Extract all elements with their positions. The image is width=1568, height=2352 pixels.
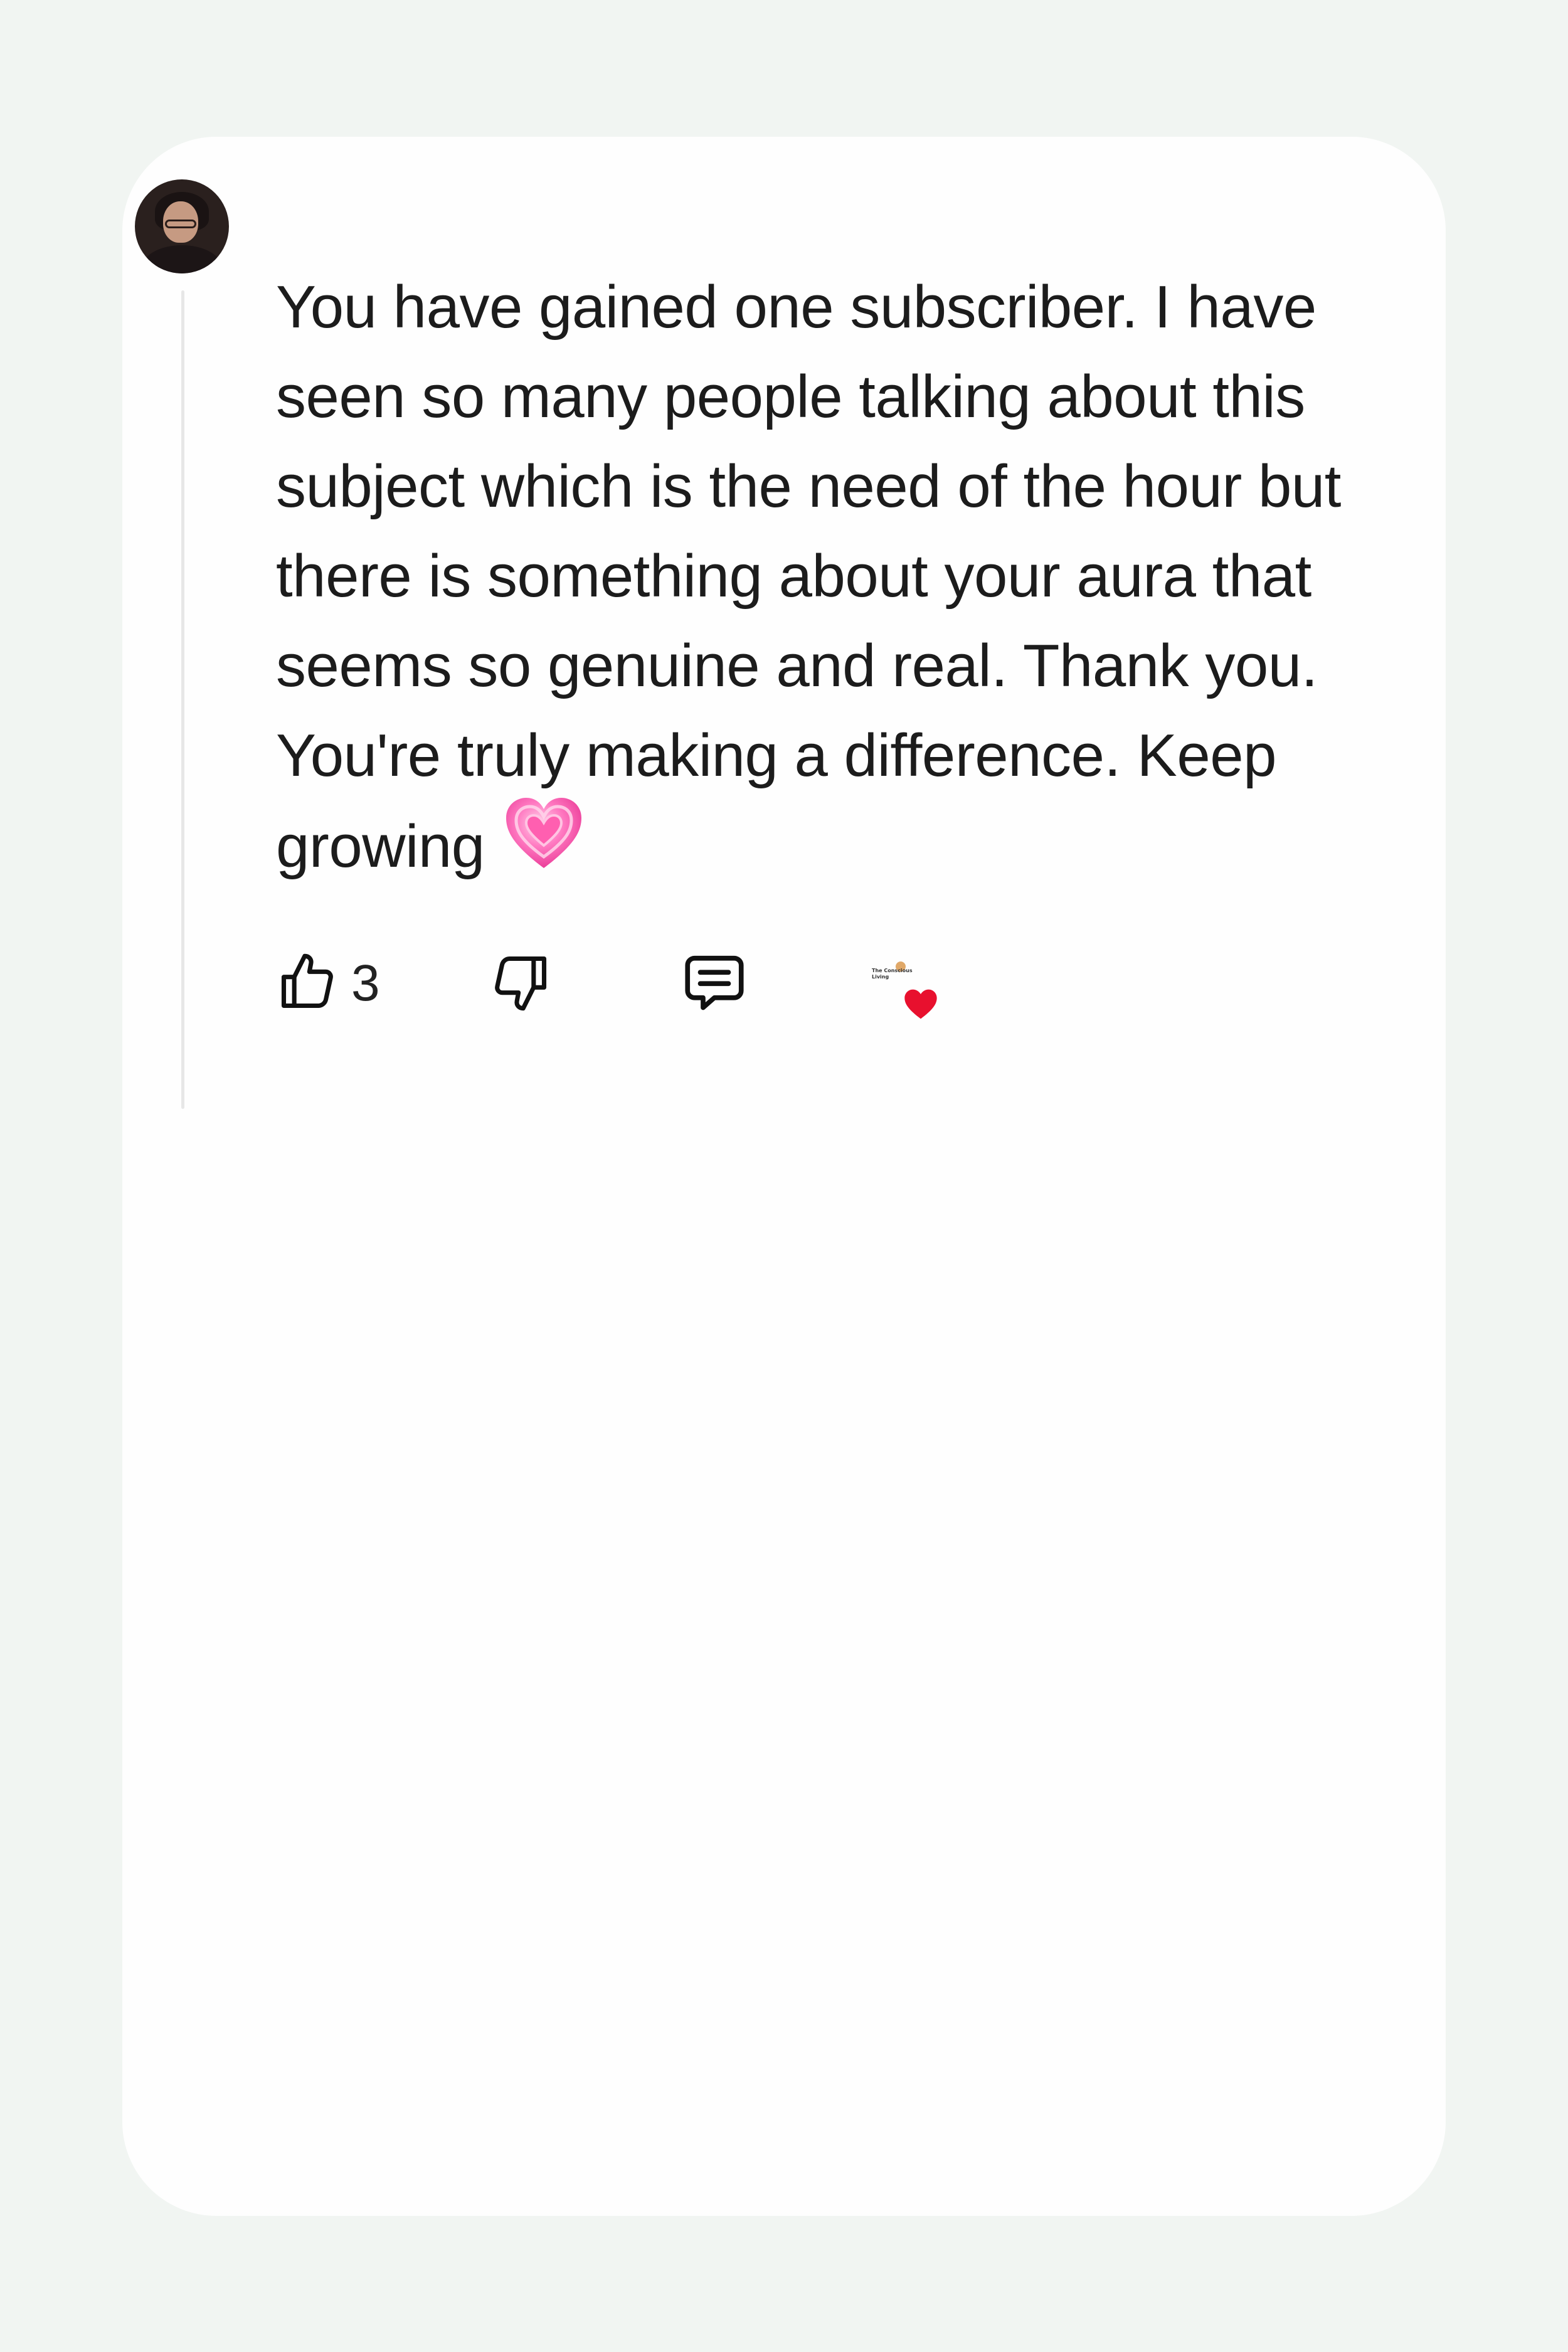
thumbs-down-icon [489,951,552,1017]
dislike-button[interactable] [489,933,552,1034]
comment-line: there is something about your aura that [276,543,1311,610]
comment-line: subject which is the need of the hour bu… [276,453,1341,520]
like-count: 3 [351,955,380,1012]
comment-card: You have gained one subscriber. I have s… [122,137,1446,2216]
reply-button[interactable] [681,933,748,1034]
commenter-avatar[interactable] [135,179,229,273]
reply-comment-icon [681,948,748,1019]
creator-heart-badge: The Conscious Living [872,933,937,1034]
avatar-glasses [165,220,196,228]
comment-line: You have gained one subscriber. I have [276,273,1316,341]
creator-channel-text: The Conscious Living [872,968,913,980]
comment-author-name[interactable] [276,194,1029,245]
comment-line: seen so many people talking about this [276,363,1305,430]
comment-text: You have gained one subscriber. I have s… [276,262,1449,890]
creator-heart-icon [903,988,938,1024]
comment-line-last: growing [276,798,1449,890]
avatar-shoulders [142,245,221,273]
thread-line [181,290,184,1109]
like-button[interactable]: 3 [276,933,380,1034]
thumbs-up-icon [276,951,339,1017]
comment-line: seems so genuine and real. Thank you. [276,632,1318,699]
comment-actions: 3 The Conscious Living [276,933,1091,1034]
comment-last-word: growing [276,812,485,880]
growing-heart-emoji-icon [504,795,584,896]
creator-mini-avatar: The Conscious Living [872,961,937,1019]
comment-line: You're truly making a difference. Keep [276,722,1277,789]
